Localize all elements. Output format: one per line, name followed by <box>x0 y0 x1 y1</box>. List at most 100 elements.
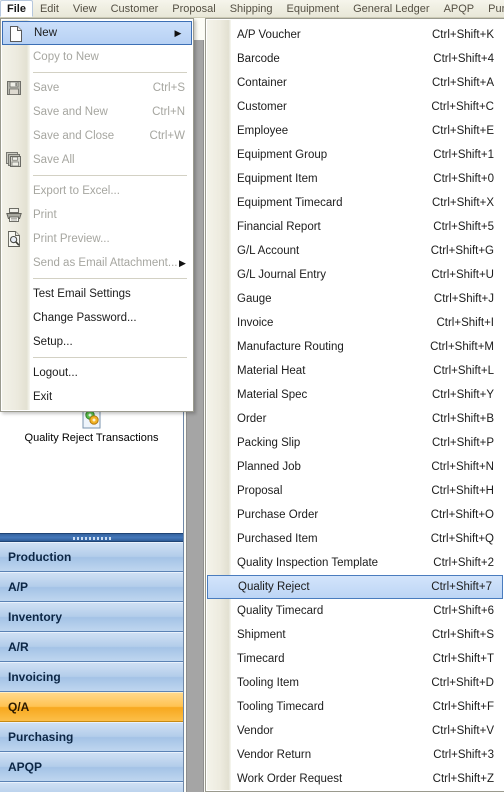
menubar-item-general-ledger[interactable]: General Ledger <box>346 0 436 17</box>
nav-group-purchasing[interactable]: Purchasing <box>0 722 183 752</box>
new-submenu-item-order[interactable]: Order Ctrl+Shift+B <box>206 407 504 431</box>
menu-item-label: Save <box>33 82 60 94</box>
new-submenu-item-purchase-order[interactable]: Purchase Order Ctrl+Shift+O <box>206 503 504 527</box>
nav-group-a-p[interactable]: A/P <box>0 572 183 602</box>
menu-item-label: Logout... <box>33 367 78 379</box>
file-menu-item-print[interactable]: Print <box>1 203 193 227</box>
nav-group-production[interactable]: Production <box>0 542 183 572</box>
nav-group-apqp[interactable]: APQP <box>0 752 183 782</box>
menu-item-shortcut: Ctrl+Shift+G <box>430 245 494 257</box>
menu-item-shortcut: Ctrl+Shift+5 <box>433 221 494 233</box>
nav-group-a-r[interactable]: A/R <box>0 632 183 662</box>
menu-item-label: Purchased Item <box>237 533 318 545</box>
nav-group-general-ledger[interactable]: General Ledger <box>0 782 183 792</box>
new-submenu-item-quality-inspection-template[interactable]: Quality Inspection Template Ctrl+Shift+2 <box>206 551 504 575</box>
navigation-group-list: Production A/P Inventory A/R Invoicing Q/A Pur… <box>0 542 183 792</box>
file-menu-item-copy-to-new[interactable]: Copy to New <box>1 45 193 69</box>
menubar-item-file[interactable]: File <box>0 0 33 17</box>
file-menu-item-export-to-excel[interactable]: Export to Excel... <box>1 179 193 203</box>
new-submenu-item-timecard[interactable]: Timecard Ctrl+Shift+T <box>206 647 504 671</box>
file-menu-item-save-all[interactable]: Save All <box>1 148 193 172</box>
new-submenu-item-employee[interactable]: Employee Ctrl+Shift+E <box>206 119 504 143</box>
menu-item-shortcut: Ctrl+Shift+O <box>430 509 494 521</box>
menu-item-label: Copy to New <box>33 51 99 63</box>
menu-item-label: Setup... <box>33 336 73 348</box>
new-submenu-item-a-p-voucher[interactable]: A/P Voucher Ctrl+Shift+K <box>206 23 504 47</box>
new-submenu-item-container[interactable]: Container Ctrl+Shift+A <box>206 71 504 95</box>
menu-item-label: Employee <box>237 125 289 137</box>
new-submenu-item-work-order-request[interactable]: Work Order Request Ctrl+Shift+Z <box>206 767 504 791</box>
menu-item-label: Purchase Order <box>237 509 319 521</box>
new-submenu-item-quality-reject[interactable]: Quality Reject Ctrl+Shift+7 <box>207 575 503 599</box>
new-submenu-item-vendor[interactable]: Vendor Ctrl+Shift+V <box>206 719 504 743</box>
menu-item-label: Invoice <box>237 317 274 329</box>
menubar-item-edit[interactable]: Edit <box>33 0 66 17</box>
menubar-item-purch[interactable]: Purch <box>481 0 504 17</box>
new-submenu-item-proposal[interactable]: Proposal Ctrl+Shift+H <box>206 479 504 503</box>
menu-item-shortcut: Ctrl+Shift+3 <box>433 749 494 761</box>
navigation-panel: Standard Processing TimesQuality Reject … <box>0 374 184 792</box>
new-submenu-item-quality-timecard[interactable]: Quality Timecard Ctrl+Shift+6 <box>206 599 504 623</box>
navigation-splitter[interactable] <box>0 533 183 542</box>
new-submenu-item-tooling-item[interactable]: Tooling Item Ctrl+Shift+D <box>206 671 504 695</box>
file-menu-item-print-preview[interactable]: Print Preview... <box>1 227 193 251</box>
new-submenu-item-vendor-return[interactable]: Vendor Return Ctrl+Shift+3 <box>206 743 504 767</box>
file-menu-item-save-and-new[interactable]: Save and New Ctrl+N <box>1 100 193 124</box>
menubar-item-shipping[interactable]: Shipping <box>223 0 280 17</box>
menu-item-shortcut: Ctrl+Shift+L <box>433 365 494 377</box>
new-submenu-item-customer[interactable]: Customer Ctrl+Shift+C <box>206 95 504 119</box>
menubar-item-proposal[interactable]: Proposal <box>165 0 222 17</box>
nav-group-inventory[interactable]: Inventory <box>0 602 183 632</box>
new-submenu-item-shipment[interactable]: Shipment Ctrl+Shift+S <box>206 623 504 647</box>
menu-item-shortcut: Ctrl+Shift+7 <box>431 581 492 593</box>
new-submenu-item-purchased-item[interactable]: Purchased Item Ctrl+Shift+Q <box>206 527 504 551</box>
menu-item-shortcut: Ctrl+Shift+A <box>432 77 494 89</box>
file-menu-item-exit[interactable]: Exit <box>1 385 193 409</box>
menu-item-label: Equipment Group <box>237 149 328 161</box>
menu-item-shortcut: Ctrl+Shift+B <box>432 413 494 425</box>
menu-item-shortcut: Ctrl+Shift+N <box>431 461 494 473</box>
menu-item-label: Shipment <box>237 629 286 641</box>
file-menu-item-new[interactable]: New ▶ <box>2 21 192 45</box>
file-menu-item-test-email-settings[interactable]: Test Email Settings <box>1 282 193 306</box>
new-submenu-item-g-l-journal-entry[interactable]: G/L Journal Entry Ctrl+Shift+U <box>206 263 504 287</box>
menu-item-label: Financial Report <box>237 221 321 233</box>
new-submenu-item-equipment-timecard[interactable]: Equipment Timecard Ctrl+Shift+X <box>206 191 504 215</box>
new-submenu-item-manufacture-routing[interactable]: Manufacture Routing Ctrl+Shift+M <box>206 335 504 359</box>
file-menu-item-send-as-email-attachment[interactable]: Send as Email Attachment... ▶ <box>1 251 193 275</box>
menu-item-shortcut: Ctrl+Shift+Y <box>432 389 494 401</box>
new-submenu-item-packing-slip[interactable]: Packing Slip Ctrl+Shift+P <box>206 431 504 455</box>
menubar-item-apqp[interactable]: APQP <box>437 0 482 17</box>
menubar-item-view[interactable]: View <box>66 0 104 17</box>
new-submenu-item-planned-job[interactable]: Planned Job Ctrl+Shift+N <box>206 455 504 479</box>
submenu-arrow-icon: ▶ <box>179 257 186 268</box>
menu-item-label: Exit <box>33 391 53 403</box>
new-submenu-item-material-spec[interactable]: Material Spec Ctrl+Shift+Y <box>206 383 504 407</box>
file-menu-item-change-password[interactable]: Change Password... <box>1 306 193 330</box>
menu-item-shortcut: Ctrl+Shift+H <box>431 485 494 497</box>
new-submenu-item-g-l-account[interactable]: G/L Account Ctrl+Shift+G <box>206 239 504 263</box>
menu-item-label: Timecard <box>237 653 285 665</box>
file-menu-item-logout[interactable]: Logout... <box>1 361 193 385</box>
menu-item-shortcut: Ctrl+S <box>152 82 185 94</box>
new-submenu-item-invoice[interactable]: Invoice Ctrl+Shift+I <box>206 311 504 335</box>
menubar-item-equipment[interactable]: Equipment <box>280 0 347 17</box>
new-submenu-item-barcode[interactable]: Barcode Ctrl+Shift+4 <box>206 47 504 71</box>
new-submenu-item-tooling-timecard[interactable]: Tooling Timecard Ctrl+Shift+F <box>206 695 504 719</box>
file-menu-item-setup[interactable]: Setup... <box>1 330 193 354</box>
nav-group-invoicing[interactable]: Invoicing <box>0 662 183 692</box>
new-submenu-item-gauge[interactable]: Gauge Ctrl+Shift+J <box>206 287 504 311</box>
menu-item-label: Container <box>237 77 287 89</box>
file-menu-item-save[interactable]: Save Ctrl+S <box>1 76 193 100</box>
file-menu-item-save-and-close[interactable]: Save and Close Ctrl+W <box>1 124 193 148</box>
menu-item-label: Test Email Settings <box>33 288 131 300</box>
menu-bar: File Edit View Customer Proposal Shipping Equi… <box>0 0 504 18</box>
nav-group-q-a[interactable]: Q/A <box>0 692 183 722</box>
new-submenu-item-equipment-item[interactable]: Equipment Item Ctrl+Shift+0 <box>206 167 504 191</box>
menu-item-label: Save and New <box>33 106 108 118</box>
new-submenu-item-equipment-group[interactable]: Equipment Group Ctrl+Shift+1 <box>206 143 504 167</box>
new-submenu-item-financial-report[interactable]: Financial Report Ctrl+Shift+5 <box>206 215 504 239</box>
menubar-item-customer[interactable]: Customer <box>104 0 166 17</box>
new-submenu-item-material-heat[interactable]: Material Heat Ctrl+Shift+L <box>206 359 504 383</box>
menu-item-label: Vendor Return <box>237 749 312 761</box>
